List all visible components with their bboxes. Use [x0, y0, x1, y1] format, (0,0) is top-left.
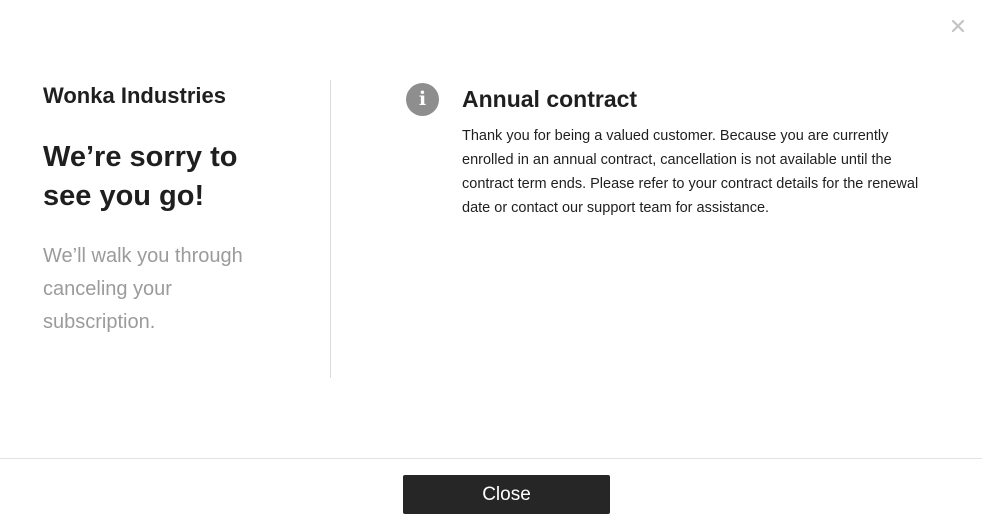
company-name: Wonka Industries	[43, 83, 226, 108]
info-icon-glyph: i	[418, 88, 427, 110]
notice-body: Thank you for being a valued customer. B…	[462, 128, 919, 216]
footer-divider	[0, 458, 982, 459]
notice-title: Annual contract	[462, 86, 638, 112]
close-icon[interactable]	[946, 14, 970, 38]
close-button[interactable]: Close	[403, 475, 610, 514]
page-title: We’re sorry to see you go!	[43, 141, 238, 212]
vertical-divider	[330, 80, 331, 378]
info-icon: i	[406, 83, 439, 116]
left-panel: Wonka Industries We’re sorry to see you …	[43, 80, 303, 333]
cancel-subscription-dialog: Wonka Industries We’re sorry to see you …	[0, 0, 982, 530]
subtitle-text: We’ll walk you through canceling your su…	[43, 245, 243, 333]
